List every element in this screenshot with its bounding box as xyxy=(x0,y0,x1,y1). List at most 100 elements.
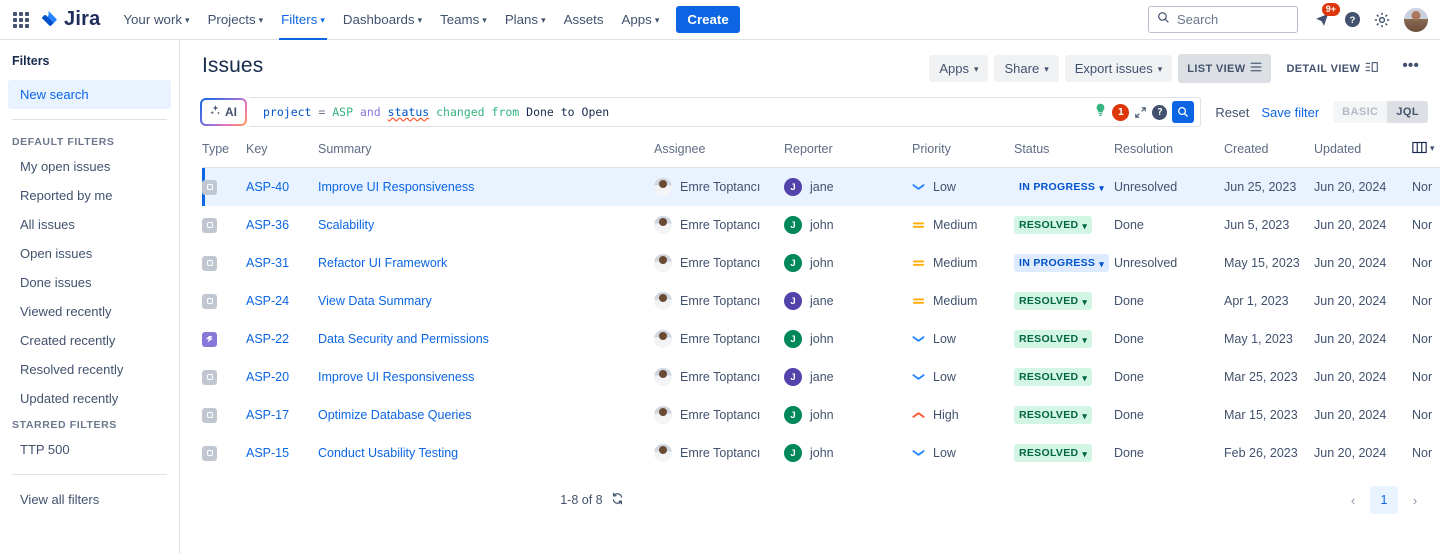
issue-key-link[interactable]: ASP-36 xyxy=(246,218,289,232)
issue-key-link[interactable]: ASP-40 xyxy=(246,180,289,194)
column-header-priority[interactable]: Priority xyxy=(912,141,1014,168)
status-badge[interactable]: RESOLVED ▾ xyxy=(1014,406,1093,424)
column-header-assignee[interactable]: Assignee xyxy=(654,141,784,168)
sidebar-item-resolved-recently[interactable]: Resolved recently xyxy=(8,355,171,384)
sidebar-item-updated-recently[interactable]: Updated recently xyxy=(8,384,171,413)
refresh-icon[interactable] xyxy=(611,492,624,508)
issue-key-link[interactable]: ASP-20 xyxy=(246,370,289,384)
cell-key: ASP-22 xyxy=(246,320,318,358)
issue-key-link[interactable]: ASP-22 xyxy=(246,332,289,346)
save-filter-button[interactable]: Save filter xyxy=(1261,105,1319,120)
issue-key-link[interactable]: ASP-17 xyxy=(246,408,289,422)
cell-updated: Jun 20, 2024 xyxy=(1314,408,1387,422)
share-button[interactable]: Share ▾ xyxy=(994,55,1059,82)
jql-query-input[interactable]: project = ASP and status changed from Do… xyxy=(249,97,1202,127)
settings-gear-icon[interactable] xyxy=(1368,6,1396,34)
issue-summary-link[interactable]: View Data Summary xyxy=(318,294,432,308)
page-number-1[interactable]: 1 xyxy=(1370,486,1398,514)
profile-avatar[interactable] xyxy=(1404,7,1428,32)
chevron-down-icon: ▾ xyxy=(1430,143,1435,153)
issue-key-link[interactable]: ASP-31 xyxy=(246,256,289,270)
sidebar-item-my-open-issues[interactable]: My open issues xyxy=(8,152,171,181)
nav-item-plans[interactable]: Plans ▾ xyxy=(496,0,555,40)
status-badge[interactable]: IN PROGRESS ▾ xyxy=(1014,254,1110,272)
issue-summary-link[interactable]: Optimize Database Queries xyxy=(318,408,472,422)
export-issues-button[interactable]: Export issues ▾ xyxy=(1064,55,1173,82)
status-badge[interactable]: IN PROGRESS ▾ xyxy=(1014,178,1109,196)
cell-created: Mar 15, 2023 xyxy=(1224,408,1298,422)
help-circle-icon[interactable]: ? xyxy=(1152,104,1168,120)
nav-item-teams[interactable]: Teams ▾ xyxy=(431,0,496,40)
mode-jql-option[interactable]: JQL xyxy=(1387,101,1428,123)
sidebar-item-done-issues[interactable]: Done issues xyxy=(8,268,171,297)
sidebar-item-ttp-500[interactable]: TTP 500 xyxy=(8,435,171,464)
nav-item-filters[interactable]: Filters ▾ xyxy=(272,0,334,40)
sidebar-item-reported-by-me[interactable]: Reported by me xyxy=(8,181,171,210)
jira-logo[interactable]: Jira xyxy=(38,8,100,31)
column-header-updated[interactable]: Updated xyxy=(1314,141,1412,168)
nav-item-assets[interactable]: Assets xyxy=(555,0,613,40)
column-header-created[interactable]: Created xyxy=(1224,141,1314,168)
status-badge[interactable]: RESOLVED ▾ xyxy=(1014,444,1093,462)
detail-view-toggle[interactable]: DETAIL VIEW xyxy=(1277,54,1387,83)
issue-summary-link[interactable]: Conduct Usability Testing xyxy=(318,446,458,460)
apps-grid-icon[interactable] xyxy=(8,7,34,33)
column-header-reporter[interactable]: Reporter xyxy=(784,141,912,168)
chevron-right-icon[interactable]: › xyxy=(1402,487,1428,513)
issue-key-link[interactable]: ASP-24 xyxy=(246,294,289,308)
cell-extra: Nor xyxy=(1412,332,1433,346)
table-row[interactable]: ASP-15 Conduct Usability Testing Emre To… xyxy=(202,434,1440,472)
status-badge[interactable]: RESOLVED ▾ xyxy=(1014,330,1093,348)
issue-summary-link[interactable]: Refactor UI Framework xyxy=(318,256,447,270)
create-button[interactable]: Create xyxy=(676,6,740,33)
table-row[interactable]: ASP-22 Data Security and Permissions Emr… xyxy=(202,320,1440,358)
expand-icon[interactable] xyxy=(1134,106,1147,119)
issue-summary-link[interactable]: Improve UI Responsiveness xyxy=(318,370,474,384)
status-badge[interactable]: RESOLVED ▾ xyxy=(1014,368,1093,386)
table-row[interactable]: ASP-31 Refactor UI Framework Emre Toptan… xyxy=(202,244,1440,282)
chevron-left-icon[interactable]: ‹ xyxy=(1340,487,1366,513)
sidebar-title: Filters xyxy=(12,54,50,68)
nav-label: Assets xyxy=(563,12,604,27)
table-row[interactable]: ASP-24 View Data Summary Emre Toptancı J… xyxy=(202,282,1440,320)
issue-summary-link[interactable]: Improve UI Responsiveness xyxy=(318,180,474,194)
notifications-icon[interactable]: 9+ xyxy=(1308,2,1340,34)
list-view-toggle[interactable]: LIST VIEW xyxy=(1178,54,1272,83)
table-row[interactable]: ASP-20 Improve UI Responsiveness Emre To… xyxy=(202,358,1440,396)
nav-item-your-work[interactable]: Your work ▾ xyxy=(114,0,198,40)
sidebar-item-new-search[interactable]: New search xyxy=(8,80,171,109)
priority-low-icon xyxy=(912,371,925,384)
issue-summary-link[interactable]: Data Security and Permissions xyxy=(318,332,489,346)
global-search-input[interactable]: Search xyxy=(1148,6,1298,33)
table-row[interactable]: ASP-36 Scalability Emre Toptancı Jjohn M… xyxy=(202,206,1440,244)
cell-created: Feb 26, 2023 xyxy=(1224,446,1298,460)
column-header-key[interactable]: Key xyxy=(246,141,318,168)
nav-item-dashboards[interactable]: Dashboards ▾ xyxy=(334,0,431,40)
column-header-type[interactable]: Type xyxy=(202,141,246,168)
sidebar-item-all-issues[interactable]: All issues xyxy=(8,210,171,239)
nav-item-apps[interactable]: Apps ▾ xyxy=(613,0,669,40)
sidebar-item-open-issues[interactable]: Open issues xyxy=(8,239,171,268)
lightbulb-icon[interactable] xyxy=(1094,103,1107,121)
apps-button[interactable]: Apps ▾ xyxy=(929,55,989,82)
issue-key-link[interactable]: ASP-15 xyxy=(246,446,289,460)
sidebar-item-view-all-filters[interactable]: View all filters xyxy=(8,485,171,514)
issue-summary-link[interactable]: Scalability xyxy=(318,218,374,232)
column-header-summary[interactable]: Summary xyxy=(318,141,654,168)
reset-button[interactable]: Reset xyxy=(1215,105,1249,120)
sidebar-item-viewed-recently[interactable]: Viewed recently xyxy=(8,297,171,326)
sidebar-item-created-recently[interactable]: Created recently xyxy=(8,326,171,355)
jql-search-button[interactable] xyxy=(1172,101,1195,123)
ai-assist-button[interactable]: AI xyxy=(200,98,247,126)
help-icon[interactable]: ? xyxy=(1338,6,1366,34)
column-header-status[interactable]: Status xyxy=(1014,141,1114,168)
columns-config-icon[interactable]: ▾ xyxy=(1412,141,1435,154)
table-row[interactable]: ASP-17 Optimize Database Queries Emre To… xyxy=(202,396,1440,434)
nav-item-projects[interactable]: Projects ▾ xyxy=(199,0,273,40)
table-row[interactable]: ASP-40 Improve UI Responsiveness Emre To… xyxy=(202,167,1440,206)
status-badge[interactable]: RESOLVED ▾ xyxy=(1014,292,1093,310)
column-header-resolution[interactable]: Resolution xyxy=(1114,141,1224,168)
mode-basic-option[interactable]: BASIC xyxy=(1333,101,1388,123)
status-badge[interactable]: RESOLVED ▾ xyxy=(1014,216,1093,234)
more-actions-button[interactable]: ••• xyxy=(1393,57,1428,80)
